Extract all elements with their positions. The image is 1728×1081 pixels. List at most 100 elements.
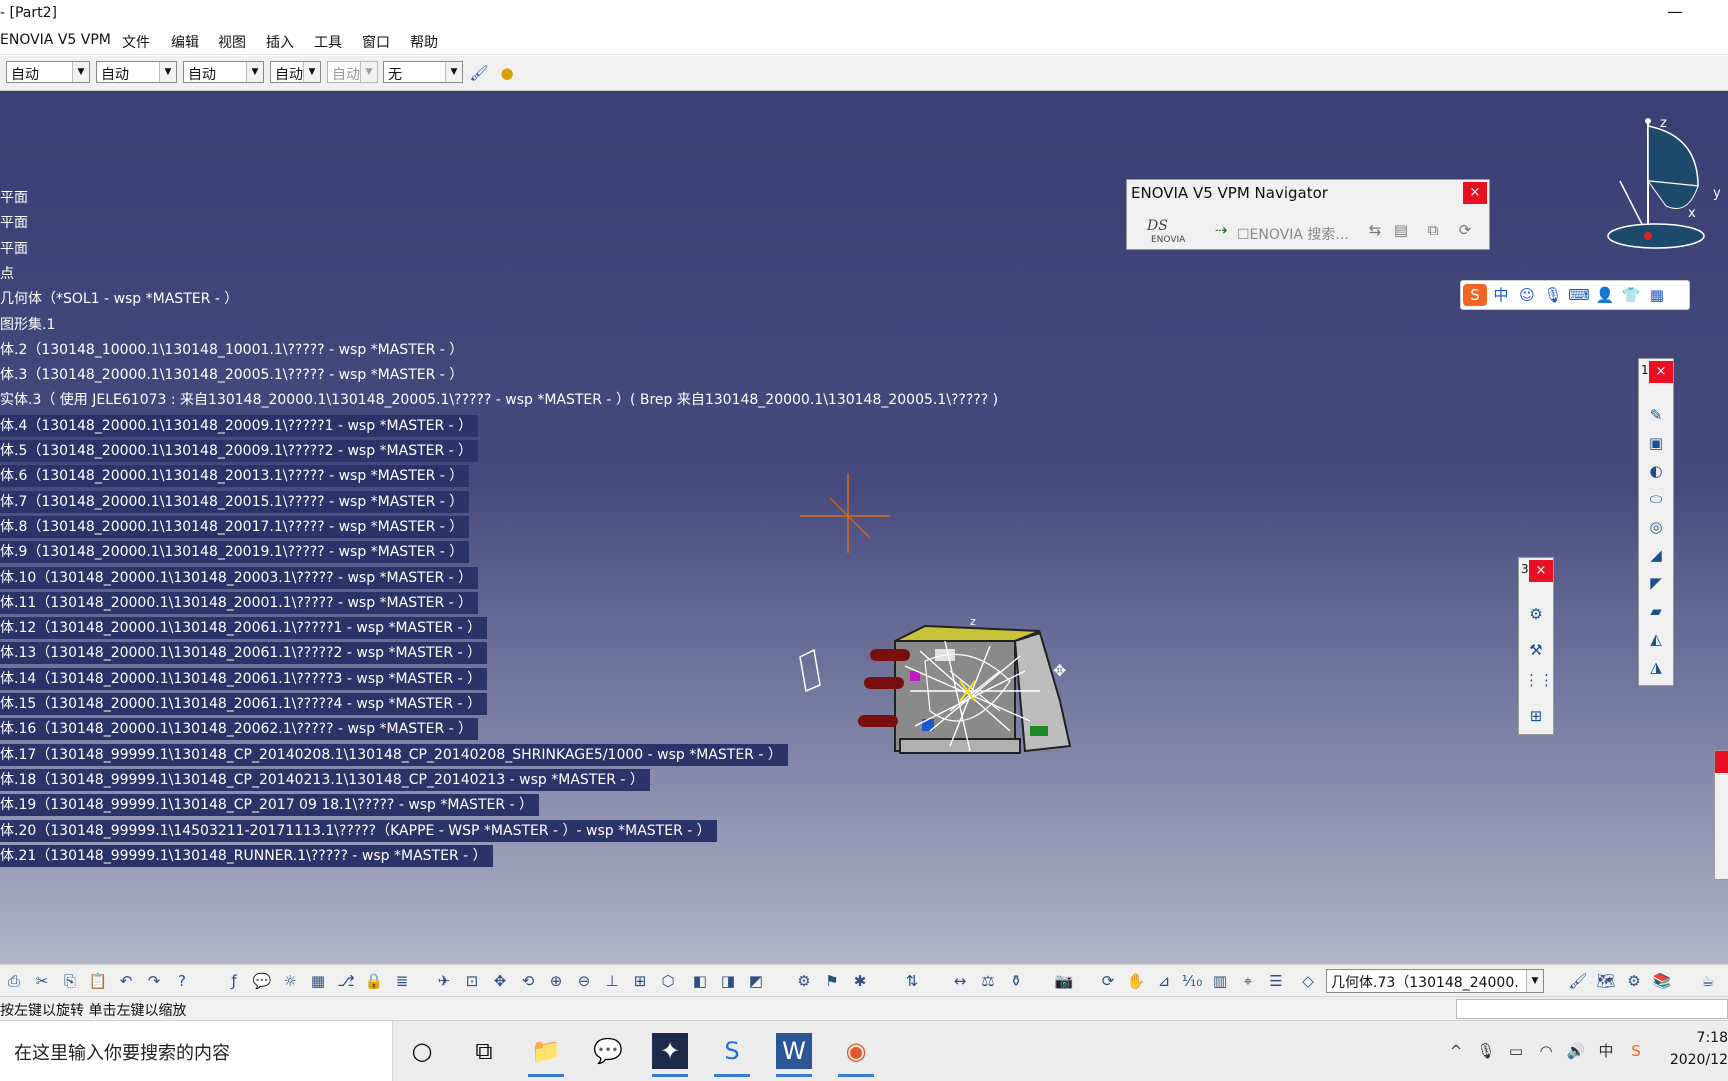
enovia-search-button[interactable]: ☐ENOVIA 搜索... xyxy=(1237,224,1349,244)
chevron-down-icon[interactable]: ▼ xyxy=(1526,970,1543,992)
tree-node[interactable]: 体.4（130148_20000.1\130148_20009.1\?????1… xyxy=(0,414,479,437)
tree-node[interactable]: 平面 xyxy=(0,212,34,234)
tree-node[interactable]: 体.2（130148_10000.1\130148_10001.1\????? … xyxy=(0,339,469,361)
zoom-in-icon[interactable]: ⊕ xyxy=(544,969,568,993)
align-icon[interactable]: ≣ xyxy=(390,969,414,993)
toolbar-close-button[interactable]: × xyxy=(1529,560,1553,582)
sphere-painter-icon[interactable]: ● xyxy=(496,62,518,84)
sogou-logo-icon[interactable]: S xyxy=(1463,284,1487,306)
current-body-combo[interactable]: 几何体.73（130148_24000. ▼ xyxy=(1326,969,1544,993)
grid-icon[interactable]: ▥ xyxy=(1208,969,1232,993)
line-type-combo[interactable]: 自动 ▼ xyxy=(96,61,177,83)
battery-icon[interactable]: ▭ xyxy=(1506,1041,1526,1061)
hole-icon[interactable]: ◎ xyxy=(1644,515,1668,539)
cup-icon[interactable]: ☕ xyxy=(1696,969,1720,993)
fill-color-combo[interactable]: 自动 ▼ xyxy=(6,61,90,83)
mirror-icon[interactable]: ◐ xyxy=(1644,459,1668,483)
toolbox-icon[interactable]: ▦ xyxy=(1645,284,1669,306)
pan-icon[interactable]: ✥ xyxy=(488,969,512,993)
solid-icon[interactable]: ▰ xyxy=(1644,599,1668,623)
redo-icon[interactable]: ↷ xyxy=(142,969,166,993)
tree-node[interactable]: 体.7（130148_20000.1\130148_20015.1\????? … xyxy=(0,490,470,513)
toolbar-close-button[interactable]: × xyxy=(1649,361,1673,383)
cylinder-icon[interactable]: ⬭ xyxy=(1644,487,1668,511)
chevron-up-icon[interactable]: ^ xyxy=(1446,1041,1466,1061)
compass-icon[interactable]: z x y xyxy=(1568,101,1728,271)
capture-camera-icon[interactable]: 📷 xyxy=(1052,969,1076,993)
file-explorer-icon[interactable]: 📁 xyxy=(528,1033,564,1077)
tree-node[interactable]: 体.9（130148_20000.1\130148_20019.1\????? … xyxy=(0,541,470,564)
tree-node[interactable]: 体.8（130148_20000.1\130148_20017.1\????? … xyxy=(0,515,470,538)
lock-icon[interactable]: 🔒 xyxy=(362,969,386,993)
knowledge-icon[interactable]: ⚙ xyxy=(1622,969,1646,993)
scale-icon[interactable]: ⅒ xyxy=(1180,969,1204,993)
chamfer-icon[interactable]: ◢ xyxy=(1644,543,1668,567)
sogou-tray-icon[interactable]: S xyxy=(1626,1041,1646,1061)
wechat-icon[interactable]: 💬 xyxy=(590,1033,626,1069)
keyboard-icon[interactable]: ⌨ xyxy=(1567,284,1591,306)
ime-chinese-icon[interactable]: 中 xyxy=(1489,284,1513,306)
tree-node[interactable]: 体.12（130148_20000.1\130148_20061.1\?????… xyxy=(0,617,488,640)
menu-enovia[interactable]: ENOVIA V5 VPM xyxy=(0,32,111,48)
tree-node[interactable]: 体.19（130148_99999.1\130148_CP_2017 09 18… xyxy=(0,794,540,817)
wifi-icon[interactable]: ◠ xyxy=(1536,1041,1556,1061)
microphone-tray-icon[interactable]: 🎙 xyxy=(1476,1041,1496,1061)
map-icon[interactable]: 🗺 xyxy=(1594,969,1618,993)
explore-icon[interactable]: ⇆ xyxy=(1363,218,1387,242)
fit-all-icon[interactable]: ⊞ xyxy=(1524,704,1548,728)
swap-space-icon[interactable]: ◩ xyxy=(744,969,768,993)
print-icon[interactable]: ⎙ xyxy=(2,969,26,993)
fly-icon[interactable]: ✈ xyxy=(432,969,456,993)
cortana-icon[interactable]: ○ xyxy=(404,1033,440,1069)
sketch-icon[interactable]: ✎ xyxy=(1644,403,1668,427)
tree-icon[interactable]: ⎇ xyxy=(334,969,358,993)
paintbrush-icon[interactable]: 🖌 xyxy=(468,62,490,84)
layer-combo[interactable]: 无 ▼ xyxy=(383,61,463,83)
taskbar-search-box[interactable]: 在这里输入你要搜索的内容 xyxy=(0,1021,393,1081)
clock[interactable]: 7:18 2020/12 xyxy=(1666,1027,1728,1071)
point-type-combo[interactable]: 自动 ▼ xyxy=(270,61,321,83)
tree-node[interactable]: 体.17（130148_99999.1\130148_CP_20140208.1… xyxy=(0,743,788,766)
word-icon[interactable]: W xyxy=(776,1033,812,1077)
menu-edit[interactable]: 编辑 xyxy=(171,32,199,52)
tree-node[interactable]: 实体.3（ 使用 JELE61073 : 来自130148_20000.1\13… xyxy=(0,389,1004,411)
tree-node[interactable]: 体.16（130148_20000.1\130148_20062.1\?????… xyxy=(0,718,479,741)
menu-view[interactable]: 视图 xyxy=(218,32,246,52)
tree-node[interactable]: 体.6（130148_20000.1\130148_20013.1\????? … xyxy=(0,465,470,488)
catalog-icon[interactable]: ⚑ xyxy=(820,969,844,993)
refresh-icon[interactable]: ⟳ xyxy=(1453,218,1477,242)
catia-icon[interactable]: ✦ xyxy=(652,1033,688,1077)
tree-node[interactable]: 体.14（130148_20000.1\130148_20061.1\?????… xyxy=(0,667,488,690)
hide-show-icon[interactable]: ◨ xyxy=(716,969,740,993)
menu-help[interactable]: 帮助 xyxy=(410,32,438,52)
navigator-close-button[interactable]: × xyxy=(1463,182,1487,204)
skin-icon[interactable]: 👕 xyxy=(1619,284,1643,306)
tree-node[interactable]: 平面 xyxy=(0,238,34,260)
update-icon[interactable]: ⇅ xyxy=(900,969,924,993)
ime-tray-icon[interactable]: 中 xyxy=(1596,1041,1616,1061)
surface-icon[interactable]: ◭ xyxy=(1644,627,1668,651)
command-input[interactable] xyxy=(1456,999,1728,1019)
paste-icon[interactable]: 📋 xyxy=(86,969,110,993)
recorder-icon[interactable]: ◉ xyxy=(838,1033,874,1077)
user-icon[interactable]: 👤 xyxy=(1593,284,1617,306)
menu-window[interactable]: 窗口 xyxy=(362,32,390,52)
menu-file[interactable]: 文件 xyxy=(122,32,150,52)
assembly-2-icon[interactable]: ⚒ xyxy=(1524,638,1548,662)
shading-icon[interactable]: ◧ xyxy=(688,969,712,993)
axis-icon[interactable]: ⊿ xyxy=(1152,969,1176,993)
light-icon[interactable]: ☼ xyxy=(278,969,302,993)
formula-icon[interactable]: ƒ xyxy=(222,969,246,993)
undo-icon[interactable]: ↶ xyxy=(114,969,138,993)
line-weight-combo[interactable]: 自动 ▼ xyxy=(183,61,264,83)
assembly-icon[interactable]: ⚙ xyxy=(1524,602,1548,626)
library-icon[interactable]: 📚 xyxy=(1650,969,1674,993)
tree-node[interactable]: 体.5（130148_20000.1\130148_20009.1\?????2… xyxy=(0,440,479,462)
minimize-button[interactable]: — xyxy=(1652,2,1698,26)
tree-node[interactable]: 体.13（130148_20000.1\130148_20061.1\?????… xyxy=(0,642,488,665)
comment-icon[interactable]: 💬 xyxy=(250,969,274,993)
tree-node[interactable]: 体.21（130148_99999.1\130148_RUNNER.1\????… xyxy=(0,844,493,867)
connect-icon[interactable]: ⇢ xyxy=(1209,218,1233,242)
tree-node[interactable]: 体.15（130148_20000.1\130148_20061.1\?????… xyxy=(0,693,488,715)
tree-node[interactable]: 体.11（130148_20000.1\130148_20001.1\?????… xyxy=(0,591,479,614)
